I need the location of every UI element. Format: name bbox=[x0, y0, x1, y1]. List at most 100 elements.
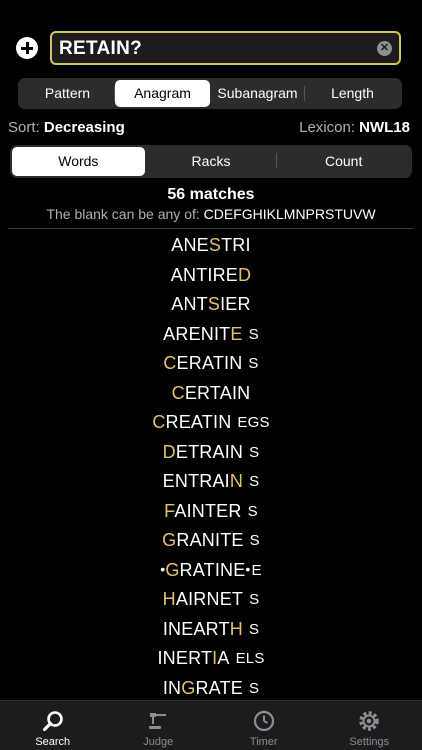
gavel-icon bbox=[149, 713, 167, 729]
hook-letters: S bbox=[248, 679, 260, 697]
word-entry: FAINTER S bbox=[164, 501, 258, 522]
front-hook-dot: • bbox=[160, 560, 166, 577]
word-prefix: IN bbox=[162, 677, 182, 698]
list-item[interactable]: GRANITE S bbox=[0, 526, 422, 555]
list-item[interactable]: HAIRNET S bbox=[0, 585, 422, 614]
word-suffix: AIRNET bbox=[175, 589, 244, 609]
word-prefix: ANE bbox=[171, 235, 209, 255]
blank-letter: D bbox=[162, 441, 176, 462]
tab-count[interactable]: Count bbox=[277, 147, 410, 176]
list-item[interactable]: •GRATINE•E bbox=[0, 556, 422, 585]
word-suffix: IER bbox=[220, 294, 251, 314]
blank-letter: E bbox=[230, 323, 243, 344]
hook-letters: EGS bbox=[237, 414, 270, 431]
blank-letter: G bbox=[162, 530, 177, 550]
list-item[interactable]: CERATIN S bbox=[0, 349, 422, 378]
list-item[interactable]: ENTRAIN S bbox=[0, 467, 422, 496]
list-item[interactable]: ANTSIER bbox=[0, 290, 422, 319]
word-list[interactable]: ANESTRI ANTIRED ANTSIER ARENITE S CERATIN S CER… bbox=[0, 230, 422, 700]
hook-letters: E bbox=[251, 561, 262, 579]
tab-search-label: Search bbox=[35, 736, 71, 748]
search-input[interactable]: RETAIN? ✕ bbox=[50, 31, 401, 65]
hook-letters: S bbox=[248, 355, 259, 372]
tab-subanagram[interactable]: Subanagram bbox=[210, 80, 305, 107]
blank-letter: H bbox=[162, 589, 176, 609]
hook-letters: S bbox=[248, 325, 259, 343]
word-entry: INGRATE S bbox=[163, 678, 259, 699]
lexicon-value: NWL18 bbox=[359, 119, 410, 136]
word-suffix: RATE bbox=[195, 677, 243, 698]
list-item[interactable]: INERTIA ELS bbox=[0, 644, 422, 673]
word-entry: INEARTH S bbox=[163, 619, 259, 640]
word-prefix: INERT bbox=[157, 648, 213, 668]
blank-letter: S bbox=[208, 235, 222, 255]
word-suffix: AINTER bbox=[174, 500, 242, 521]
blank-letter: F bbox=[164, 500, 175, 521]
word-entry: ANESTRI bbox=[171, 235, 250, 256]
hook-letters: S bbox=[248, 620, 260, 638]
list-item[interactable]: CERTAIN bbox=[0, 379, 422, 408]
hook-letters: S bbox=[249, 532, 260, 549]
clear-icon[interactable]: ✕ bbox=[377, 41, 392, 56]
word-prefix: ANTIRE bbox=[170, 264, 239, 285]
word-prefix: ANT bbox=[171, 294, 208, 314]
blank-letter: N bbox=[229, 471, 244, 491]
word-suffix: RATINE bbox=[179, 559, 246, 580]
tab-judge-label: Judge bbox=[143, 736, 174, 748]
word-suffix: ETRAIN bbox=[175, 441, 244, 462]
word-entry: HAIRNET S bbox=[163, 589, 260, 610]
tab-anagram[interactable]: Anagram bbox=[115, 80, 210, 107]
hook-letters: S bbox=[249, 443, 260, 461]
list-item[interactable]: DETRAIN S bbox=[0, 438, 422, 467]
word-entry: CERATIN S bbox=[163, 353, 258, 374]
word-suffix: TRI bbox=[221, 235, 251, 255]
sort-selector[interactable]: Sort: Decreasing bbox=[8, 119, 125, 136]
list-item[interactable]: INGRATE S bbox=[0, 674, 422, 701]
tab-search[interactable]: Search bbox=[0, 701, 106, 750]
word-entry: CERTAIN bbox=[172, 383, 251, 404]
tab-settings-label: Settings bbox=[349, 736, 390, 748]
tab-pattern[interactable]: Pattern bbox=[20, 80, 115, 107]
blank-letter: C bbox=[163, 353, 177, 373]
word-suffix: REATIN bbox=[165, 412, 232, 432]
tab-words[interactable]: Words bbox=[12, 147, 145, 176]
search-text: RETAIN? bbox=[59, 38, 143, 59]
blank-letter: G bbox=[181, 677, 196, 698]
tab-timer[interactable]: Timer bbox=[211, 701, 317, 750]
blank-letter: S bbox=[207, 294, 221, 314]
sort-label: Sort: bbox=[8, 119, 40, 136]
word-entry: CREATIN EGS bbox=[152, 412, 269, 433]
mode-segmented-control: Pattern Anagram Subanagram Length bbox=[18, 78, 402, 109]
tab-settings[interactable]: Settings bbox=[317, 701, 422, 750]
tab-length[interactable]: Length bbox=[305, 80, 400, 107]
back-hook-dot: • bbox=[245, 560, 251, 577]
sort-value: Decreasing bbox=[43, 119, 125, 136]
hook-letters: ELS bbox=[235, 650, 265, 667]
search-icon bbox=[42, 711, 63, 732]
lexicon-label: Lexicon: bbox=[299, 119, 355, 136]
word-entry: ENTRAIN S bbox=[163, 471, 260, 492]
list-item[interactable]: CREATIN EGS bbox=[0, 408, 422, 437]
list-item[interactable]: ARENITE S bbox=[0, 320, 422, 349]
word-prefix: ARENIT bbox=[163, 323, 231, 344]
word-suffix: RANITE bbox=[176, 530, 244, 550]
hook-letters: S bbox=[249, 473, 260, 490]
tab-judge[interactable]: Judge bbox=[106, 701, 212, 750]
blank-letter: C bbox=[152, 412, 166, 432]
list-item[interactable]: ANESTRI bbox=[0, 231, 422, 260]
sort-lexicon-row: Sort: Decreasing Lexicon: NWL18 bbox=[8, 119, 410, 139]
blank-letter: H bbox=[229, 618, 243, 639]
list-item[interactable]: ANTIRED bbox=[0, 261, 422, 290]
blank-letters: CDEFGHIKLMNPRSTUVW bbox=[203, 206, 376, 222]
gear-icon bbox=[359, 711, 379, 731]
lexicon-selector[interactable]: Lexicon: NWL18 bbox=[299, 119, 410, 136]
add-button[interactable] bbox=[16, 37, 38, 59]
list-item[interactable]: INEARTH S bbox=[0, 615, 422, 644]
tab-racks[interactable]: Racks bbox=[145, 147, 278, 176]
search-row: RETAIN? ✕ bbox=[0, 31, 422, 65]
blank-letter: C bbox=[171, 382, 185, 403]
word-suffix: A bbox=[217, 648, 230, 668]
blank-label: The blank can be any of: bbox=[46, 206, 200, 222]
list-item[interactable]: FAINTER S bbox=[0, 497, 422, 526]
match-count: 56 matches bbox=[167, 186, 255, 203]
